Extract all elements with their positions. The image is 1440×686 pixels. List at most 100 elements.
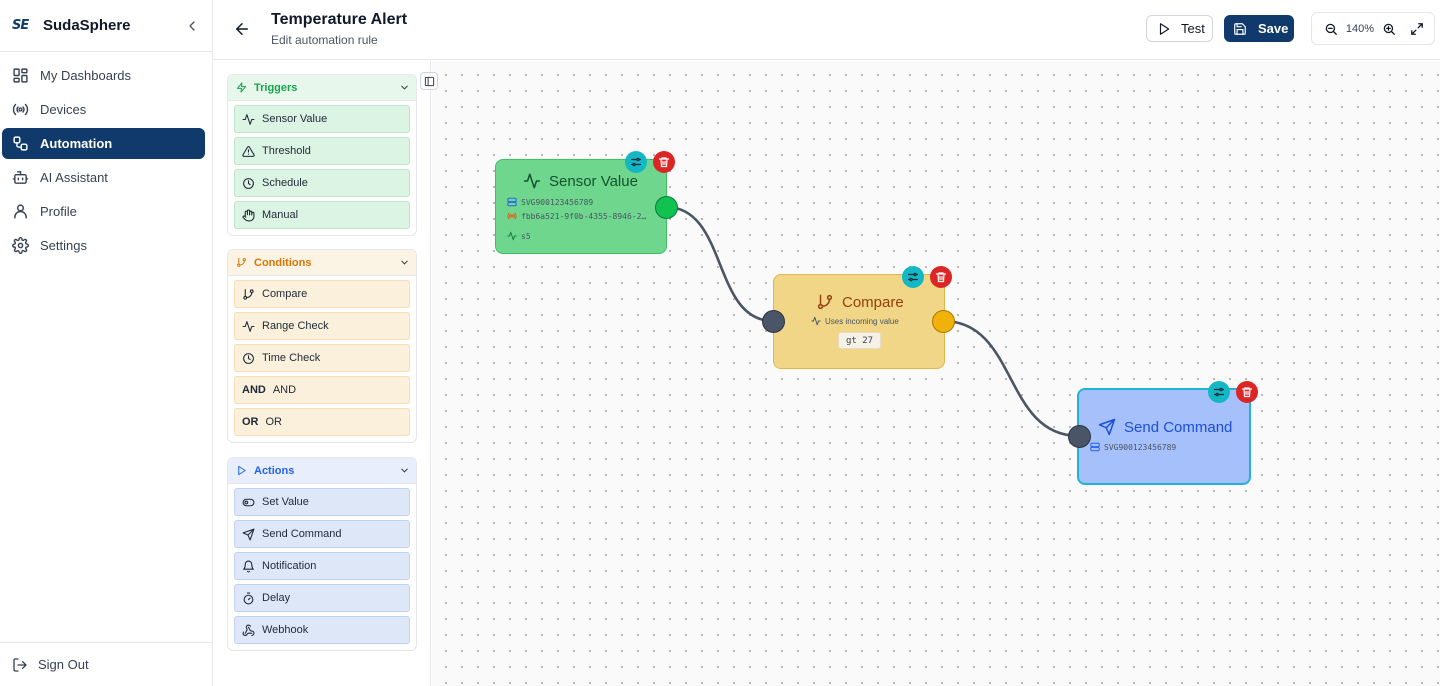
palette-item-label: Delay xyxy=(262,592,291,604)
fullscreen-icon[interactable] xyxy=(1410,22,1424,36)
activity-icon xyxy=(242,113,255,125)
palette-item-threshold[interactable]: Threshold xyxy=(234,137,410,165)
palette-item-or[interactable]: OR OR xyxy=(234,408,410,436)
palette-item-label: Threshold xyxy=(262,145,311,157)
activity-icon xyxy=(242,320,255,332)
brand-logo: SE xyxy=(12,18,29,33)
brand: SE SudaSphere xyxy=(0,0,212,52)
send-icon xyxy=(242,528,255,540)
palette-item-label: Manual xyxy=(262,209,299,221)
palette-item-sensor-value[interactable]: Sensor Value xyxy=(234,105,410,133)
git-branch-icon xyxy=(237,257,246,267)
node-sensor-label: fbb6a521-9f0b-4355-8946-2… xyxy=(521,211,647,221)
palette-item-label: Schedule xyxy=(262,177,308,189)
zoom-out-icon[interactable] xyxy=(1324,22,1338,36)
palette-item-label: Compare xyxy=(262,288,308,300)
palette-item-schedule[interactable]: Schedule xyxy=(234,169,410,197)
panel-left-icon xyxy=(424,76,434,86)
palette-group-conditions: Conditions Compare Range Check Time Chec… xyxy=(227,249,417,443)
node-delete-button[interactable] xyxy=(930,266,952,288)
sidebar-item-my-dashboards[interactable]: My Dashboards xyxy=(2,60,205,91)
arrow-left-icon xyxy=(236,23,248,35)
palette-item-delay[interactable]: Delay xyxy=(234,584,410,612)
sidebar-item-devices[interactable]: Devices xyxy=(2,94,205,125)
node-device-id: SVG900123456789 xyxy=(507,197,593,207)
node-channel: s5 xyxy=(507,231,531,241)
node-delete-button[interactable] xyxy=(1236,381,1258,403)
palette-item-and[interactable]: AND AND xyxy=(234,376,410,404)
save-button[interactable]: Save xyxy=(1224,15,1294,42)
server-icon xyxy=(507,197,517,207)
test-button[interactable]: Test xyxy=(1146,15,1213,42)
play-icon xyxy=(238,465,246,476)
palette-item-webhook[interactable]: Webhook xyxy=(234,616,410,644)
palette-item-label: Range Check xyxy=(262,320,329,332)
palette-item-notification[interactable]: Notification xyxy=(234,552,410,580)
node-title-label: Sensor Value xyxy=(549,172,638,190)
and-badge: AND xyxy=(242,384,266,396)
palette-item-label: Notification xyxy=(262,560,317,572)
input-port[interactable] xyxy=(762,310,785,333)
toggle-palette-button[interactable] xyxy=(420,72,438,90)
palette-item-time-check[interactable]: Time Check xyxy=(234,344,410,372)
back-button[interactable] xyxy=(233,20,251,38)
sidebar-item-settings[interactable]: Settings xyxy=(2,230,205,261)
brand-name: SudaSphere xyxy=(43,17,131,34)
palette-item-send-command[interactable]: Send Command xyxy=(234,520,410,548)
zoom-level: 140% xyxy=(1345,22,1375,35)
node-config-button[interactable] xyxy=(902,266,924,288)
node-note-label: Uses incoming value xyxy=(825,316,899,326)
output-port[interactable] xyxy=(655,196,678,219)
node-send-command[interactable]: Send Command SVG900123456789 xyxy=(1077,388,1251,485)
node-sensor-value[interactable]: Sensor Value SVG900123456789 fbb6a521-9f… xyxy=(495,159,667,254)
sign-out-button[interactable]: Sign Out xyxy=(0,642,212,686)
user-icon xyxy=(14,204,27,219)
trash-icon xyxy=(935,272,947,283)
node-compare[interactable]: Compare Uses incoming value gt 27 xyxy=(773,274,945,369)
palette-group-header-actions[interactable]: Actions xyxy=(228,458,416,484)
flow-canvas[interactable] xyxy=(432,61,1440,686)
palette-item-compare[interactable]: Compare xyxy=(234,280,410,308)
palette-item-label: AND xyxy=(272,384,297,396)
palette-item-label: OR xyxy=(265,416,283,428)
trash-icon xyxy=(658,157,670,168)
node-title: Send Command xyxy=(1098,418,1232,436)
zap-icon xyxy=(236,82,247,93)
palette-group-header-triggers[interactable]: Triggers xyxy=(228,75,416,101)
sidebar-item-automation[interactable]: Automation xyxy=(2,128,205,159)
output-port[interactable] xyxy=(932,310,955,333)
input-port[interactable] xyxy=(1068,425,1091,448)
sliders-icon xyxy=(630,157,642,167)
palette-item-manual[interactable]: Manual xyxy=(234,201,410,229)
sidebar-item-ai-assistant[interactable]: AI Assistant xyxy=(2,162,205,193)
toggle-icon xyxy=(242,498,255,506)
editor-header: Temperature Alert Edit automation rule T… xyxy=(213,0,1440,60)
clock-icon xyxy=(243,177,254,189)
send-icon xyxy=(1098,418,1116,436)
sliders-icon xyxy=(907,272,919,282)
sliders-icon xyxy=(1213,387,1225,397)
chevron-down-icon xyxy=(401,85,408,90)
node-config-button[interactable] xyxy=(1208,381,1230,403)
palette-item-label: Time Check xyxy=(262,352,321,364)
play-icon xyxy=(1159,22,1170,35)
sidebar-item-label: AI Assistant xyxy=(40,170,108,185)
sidebar-item-label: Profile xyxy=(40,204,77,219)
bell-icon xyxy=(243,560,254,572)
collapse-sidebar-button[interactable] xyxy=(184,18,200,34)
palette-group-label: Actions xyxy=(254,464,295,477)
palette-group-header-conditions[interactable]: Conditions xyxy=(228,250,416,276)
node-note: Uses incoming value xyxy=(811,316,899,326)
radio-icon xyxy=(12,103,29,116)
compare-expression: gt 27 xyxy=(838,332,882,349)
palette-item-range-check[interactable]: Range Check xyxy=(234,312,410,340)
sidebar-item-profile[interactable]: Profile xyxy=(2,196,205,227)
chevron-down-icon xyxy=(401,260,408,265)
save-icon xyxy=(1234,22,1246,35)
node-title-label: Send Command xyxy=(1124,418,1233,436)
git-branch-icon xyxy=(817,294,833,310)
node-delete-button[interactable] xyxy=(653,151,675,173)
node-config-button[interactable] xyxy=(625,151,647,173)
palette-item-set-value[interactable]: Set Value xyxy=(234,488,410,516)
zoom-in-icon[interactable] xyxy=(1382,22,1396,36)
